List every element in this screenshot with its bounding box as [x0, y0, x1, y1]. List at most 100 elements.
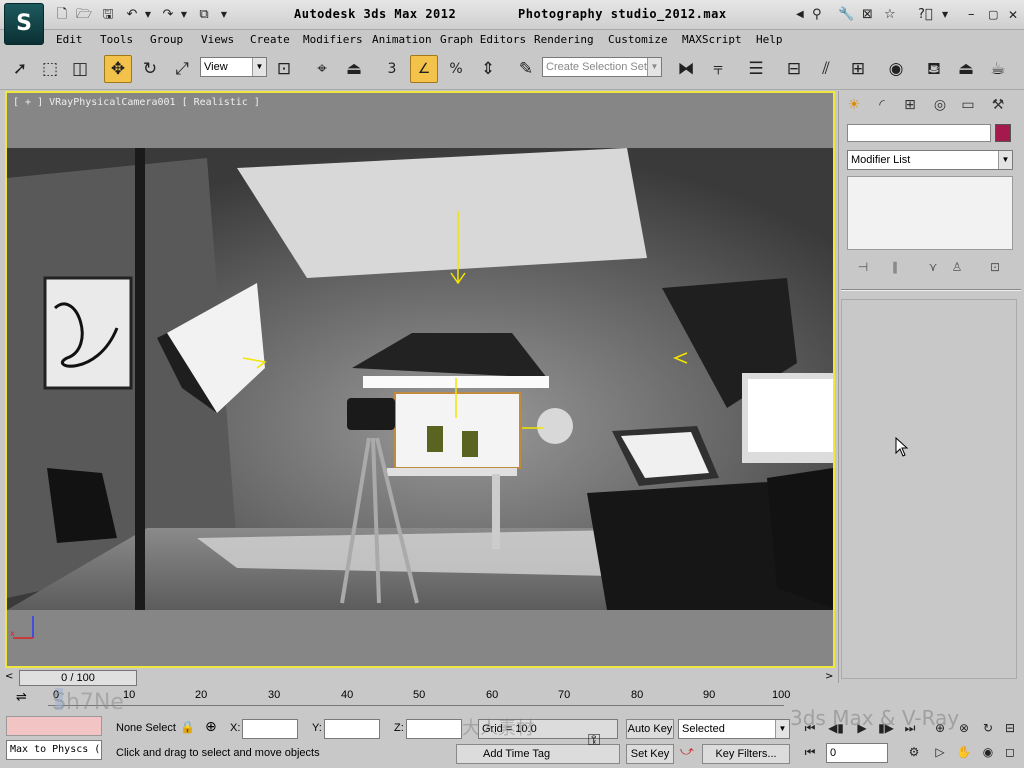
redo-dropdown-icon[interactable]: ▼	[176, 7, 192, 23]
remove-modifier-icon[interactable]: ♙	[947, 257, 967, 277]
maximize-viewport-icon[interactable]: ⊟	[1000, 718, 1020, 738]
material-editor-icon[interactable]: ◉	[882, 55, 910, 83]
play-icon[interactable]: ▶	[852, 718, 872, 738]
menu-group[interactable]: Group	[150, 33, 183, 46]
time-configuration-icon[interactable]: ⚙	[904, 742, 924, 762]
menu-customize[interactable]: Customize	[608, 33, 668, 46]
pin-stack-icon[interactable]: ⊣	[853, 257, 873, 277]
menu-help[interactable]: Help	[756, 33, 783, 46]
x-coordinate-input[interactable]	[242, 719, 298, 739]
snaps-toggle-icon[interactable]: 3	[378, 55, 406, 83]
project-folder-icon[interactable]: ⧉	[196, 7, 212, 23]
reference-coord-dropdown[interactable]: View ▼	[200, 57, 267, 77]
edit-named-selection-icon[interactable]: ✎	[512, 55, 540, 83]
track-bar[interactable]: ⇌ 0 10 20 30 40 50 60 70 80 90 100	[0, 688, 840, 714]
zoom-icon[interactable]: ⊕	[930, 718, 950, 738]
camera-view-render[interactable]	[7, 148, 833, 610]
scene-explorer-icon[interactable]: ⊟	[780, 55, 808, 83]
quick-access-dropdown-icon[interactable]: ▼	[216, 7, 232, 23]
pan-icon[interactable]: ✋	[954, 742, 974, 762]
maxscript-mini-listener-top[interactable]	[6, 716, 102, 736]
field-of-view-icon[interactable]: ▷	[930, 742, 950, 762]
binoculars-icon[interactable]: ⚲	[812, 7, 822, 23]
pivot-center-icon[interactable]: ⊡	[270, 55, 298, 83]
hierarchy-tab-icon[interactable]: ⊞	[897, 94, 923, 118]
communication-center-icon[interactable]: 🔧	[838, 7, 854, 23]
previous-frame-icon[interactable]: ◀▮	[826, 718, 846, 738]
menu-views[interactable]: Views	[201, 33, 234, 46]
menu-rendering[interactable]: Rendering	[534, 33, 594, 46]
help-dropdown-icon[interactable]: ▼	[942, 7, 948, 23]
window-crossing-icon[interactable]: ◫	[66, 55, 94, 83]
make-unique-icon[interactable]: ⋎	[923, 257, 943, 277]
go-to-end-icon[interactable]: ⏭	[900, 718, 920, 738]
rectangular-selection-icon[interactable]: ⬚	[36, 55, 64, 83]
maxscript-mini-listener[interactable]: Max to Physcs (	[6, 740, 102, 760]
modify-tab-icon[interactable]: ◜	[869, 94, 895, 118]
key-mode-dropdown[interactable]: Selected ▼	[678, 719, 790, 739]
go-to-start-icon[interactable]: ⏮	[800, 718, 820, 738]
menu-create[interactable]: Create	[250, 33, 290, 46]
display-tab-icon[interactable]: ▭	[955, 94, 981, 118]
undo-icon[interactable]: ↶	[124, 7, 140, 23]
current-frame-input[interactable]: 0	[826, 743, 888, 763]
auto-key-button[interactable]: Auto Key	[626, 719, 674, 739]
object-color-swatch[interactable]	[995, 124, 1011, 142]
time-slider-next-icon[interactable]: >	[825, 671, 833, 682]
utilities-tab-hammer-icon[interactable]: ⚒	[985, 94, 1011, 118]
render-production-icon[interactable]: ☕	[984, 55, 1012, 83]
mirror-icon[interactable]: ⧓	[672, 55, 700, 83]
manage-layers-icon[interactable]: ☰	[742, 55, 770, 83]
favorites-star-icon[interactable]: ☆	[884, 7, 896, 23]
object-name-field[interactable]	[847, 124, 991, 142]
search-collapse-icon[interactable]: ◀	[796, 7, 804, 23]
next-frame-icon[interactable]: ▮▶	[876, 718, 896, 738]
viewport-label[interactable]: [ + ] VRayPhysicalCamera001 [ Realistic …	[13, 97, 260, 108]
show-end-result-icon[interactable]: ∥	[885, 257, 905, 277]
redo-icon[interactable]: ↷	[160, 7, 176, 23]
undo-dropdown-icon[interactable]: ▼	[140, 7, 156, 23]
time-slider-thumb[interactable]: 0 / 100	[19, 670, 137, 686]
time-slider-prev-icon[interactable]: <	[5, 671, 13, 682]
absolute-mode-icon[interactable]: ⊕	[205, 719, 217, 735]
select-object-icon[interactable]: ➚	[6, 55, 34, 83]
key-icon[interactable]: ⚿	[588, 730, 600, 750]
modifier-stack[interactable]	[847, 176, 1013, 250]
zoom-all-icon[interactable]: ⊗	[954, 718, 974, 738]
rendered-frame-window-icon[interactable]: ⏏	[952, 55, 980, 83]
menu-animation[interactable]: Animation	[372, 33, 432, 46]
close-button[interactable]: ✕	[1008, 7, 1018, 23]
selection-lock-icon[interactable]: 🔒	[180, 720, 195, 734]
modifier-list-dropdown[interactable]: Modifier List ▼	[847, 150, 1013, 170]
z-coordinate-input[interactable]	[406, 719, 462, 739]
percent-snap-icon[interactable]: %	[442, 55, 470, 83]
restore-button[interactable]: ▢	[988, 7, 998, 23]
render-setup-icon[interactable]: ⛾	[920, 55, 948, 83]
time-slider[interactable]: < 0 / 100 >	[5, 670, 835, 688]
default-in-out-tangent-icon[interactable]: ⤻	[680, 744, 694, 759]
save-file-icon[interactable]: 🖫	[100, 7, 116, 23]
configure-modifier-sets-icon[interactable]: ⊡	[985, 257, 1005, 277]
menu-modifiers[interactable]: Modifiers	[303, 33, 363, 46]
select-and-rotate-icon[interactable]: ↻	[136, 55, 164, 83]
curve-editor-mini-icon[interactable]: ⇌	[16, 690, 27, 705]
curve-editor-icon[interactable]: ⫽	[812, 55, 840, 83]
maximize-toggle-icon[interactable]: ◻	[1000, 742, 1020, 762]
set-key-button[interactable]: Set Key	[626, 744, 674, 764]
exchange-icon[interactable]: ⊠	[862, 7, 873, 23]
create-tab-sun-icon[interactable]: ☀	[841, 94, 867, 118]
orbit-camera-icon[interactable]: ◉	[978, 742, 998, 762]
open-file-icon[interactable]: 🗁	[76, 7, 92, 23]
minimize-button[interactable]: –	[968, 7, 975, 23]
schematic-view-icon[interactable]: ⊞	[844, 55, 872, 83]
spinner-snap-icon[interactable]: ⇕	[474, 55, 502, 83]
application-menu-button[interactable]: S	[4, 3, 44, 45]
key-filters-button[interactable]: Key Filters...	[702, 744, 790, 764]
new-file-icon[interactable]: 🗋	[54, 7, 70, 23]
select-and-link-icon[interactable]: ⌖	[308, 55, 336, 83]
perspective-viewport[interactable]: [ + ] VRayPhysicalCamera001 [ Realistic …	[5, 91, 835, 668]
help-icon[interactable]: ?⃝	[918, 7, 933, 23]
menu-tools[interactable]: Tools	[100, 33, 133, 46]
angle-snap-icon[interactable]: ∠	[410, 55, 438, 83]
motion-tab-icon[interactable]: ◎	[927, 94, 953, 118]
